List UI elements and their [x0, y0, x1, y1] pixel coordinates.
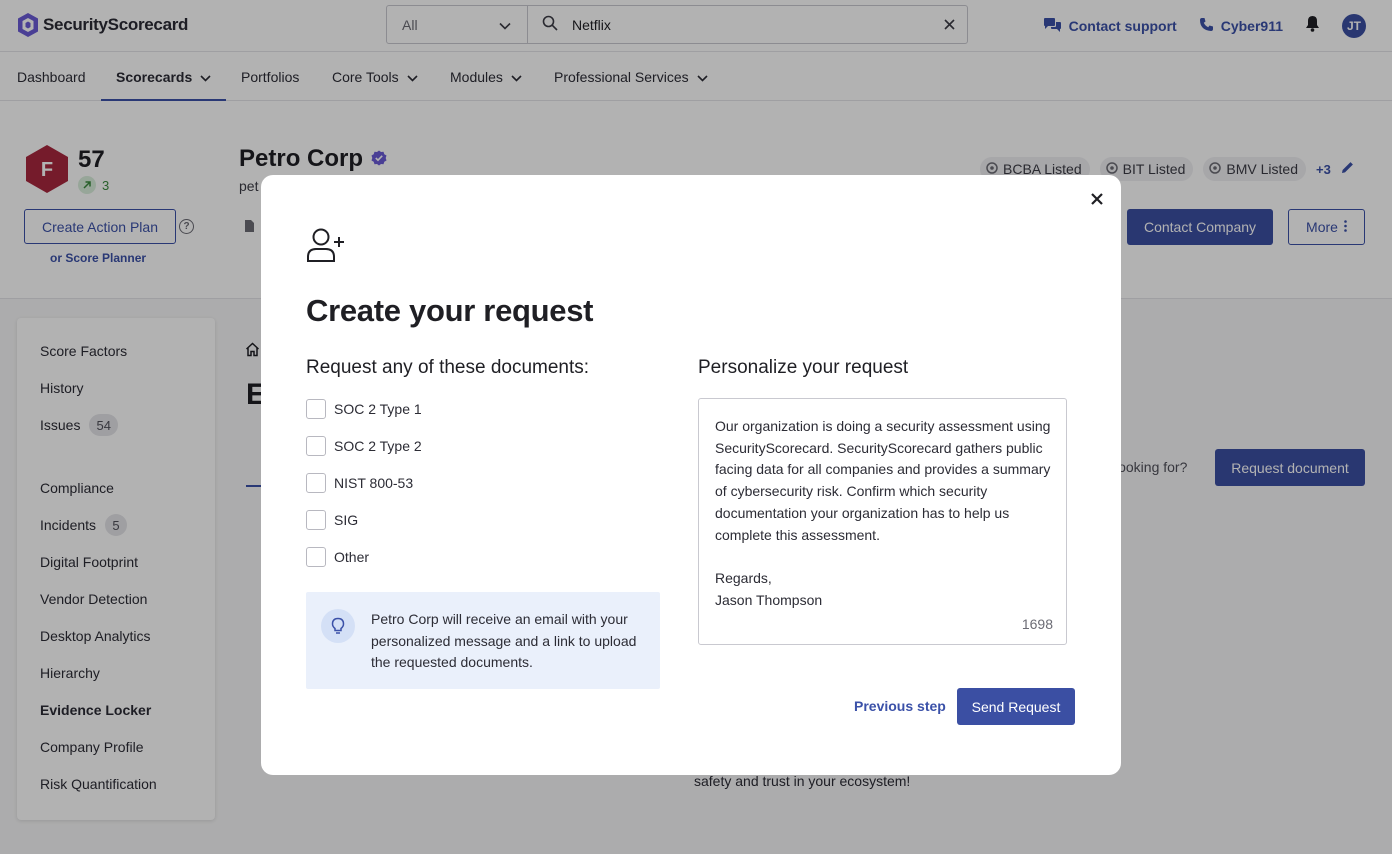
modal-title: Create your request — [306, 293, 594, 328]
info-callout: Petro Corp will receive an email with yo… — [306, 592, 660, 689]
doc-option-label: SIG — [334, 512, 359, 528]
personalize-heading: Personalize your request — [698, 357, 909, 378]
doc-option-soc2-type1[interactable]: SOC 2 Type 1 — [306, 399, 422, 419]
close-icon[interactable] — [1091, 192, 1103, 210]
message-text: Our organization is doing a security ass… — [715, 418, 1051, 608]
checkbox[interactable] — [306, 399, 326, 419]
send-request-button[interactable]: Send Request — [957, 688, 1075, 725]
info-text: Petro Corp will receive an email with yo… — [371, 611, 637, 670]
create-request-modal: Create your request Request any of these… — [261, 175, 1121, 775]
lightbulb-icon — [321, 609, 355, 643]
checkbox[interactable] — [306, 436, 326, 456]
doc-option-label: SOC 2 Type 2 — [334, 438, 422, 454]
doc-option-other[interactable]: Other — [306, 547, 369, 567]
checkbox[interactable] — [306, 473, 326, 493]
doc-option-soc2-type2[interactable]: SOC 2 Type 2 — [306, 436, 422, 456]
doc-option-label: SOC 2 Type 1 — [334, 401, 422, 417]
char-count: 1698 — [1021, 616, 1053, 632]
add-user-icon — [306, 227, 346, 268]
checkbox[interactable] — [306, 510, 326, 530]
checkbox[interactable] — [306, 547, 326, 567]
documents-heading: Request any of these documents: — [306, 357, 590, 378]
previous-step-button[interactable]: Previous step — [854, 698, 946, 714]
doc-option-label: NIST 800-53 — [334, 475, 414, 491]
message-textarea[interactable]: Our organization is doing a security ass… — [698, 398, 1067, 645]
doc-option-sig[interactable]: SIG — [306, 510, 358, 530]
doc-option-label: Other — [334, 549, 370, 565]
doc-option-nist[interactable]: NIST 800-53 — [306, 473, 413, 493]
